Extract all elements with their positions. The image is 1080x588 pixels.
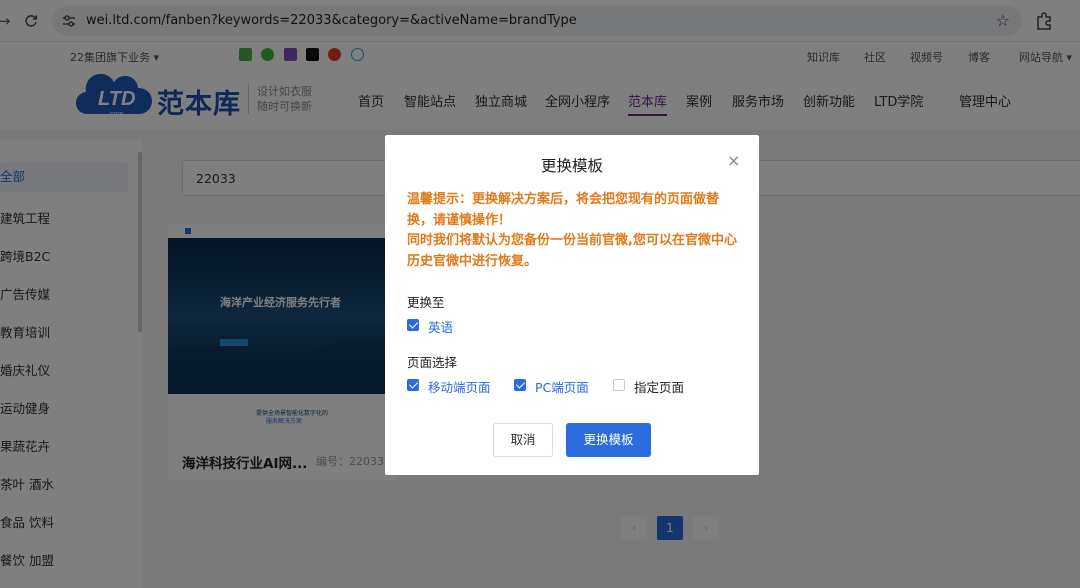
replace-to-label: 更换至 <box>407 295 445 310</box>
mobile-page-checkbox[interactable] <box>407 379 419 391</box>
warning-message: 温馨提示：更换解决方案后，将会把您现有的页面做替换，请谨慎操作！ 同时我们将默认… <box>407 192 737 269</box>
specific-page-label[interactable]: 指定页面 <box>634 377 684 396</box>
warning-text: 温馨提示：更换解决方案后，将会把您现有的页面做替换，请谨慎操作！ 同时我们将默认… <box>407 190 737 272</box>
dialog-title: 更换模板 <box>540 157 603 175</box>
mobile-page-label[interactable]: 移动端页面 <box>428 377 491 396</box>
language-checkbox[interactable] <box>407 319 419 331</box>
change-template-dialog: 更换模板 × 温馨提示：更换解决方案后，将会把您现有的页面做替换，请谨慎操作！ … <box>385 135 759 475</box>
language-option-label[interactable]: 英语 <box>428 317 453 336</box>
confirm-change-template-button[interactable]: 更换模板 <box>566 423 651 457</box>
cancel-button[interactable]: 取消 <box>493 423 553 457</box>
close-icon[interactable]: × <box>727 151 741 170</box>
page-select-label: 页面选择 <box>407 355 458 370</box>
pc-page-label[interactable]: PC端页面 <box>535 377 589 396</box>
specific-page-checkbox[interactable] <box>613 379 625 391</box>
pc-page-checkbox[interactable] <box>514 379 526 391</box>
